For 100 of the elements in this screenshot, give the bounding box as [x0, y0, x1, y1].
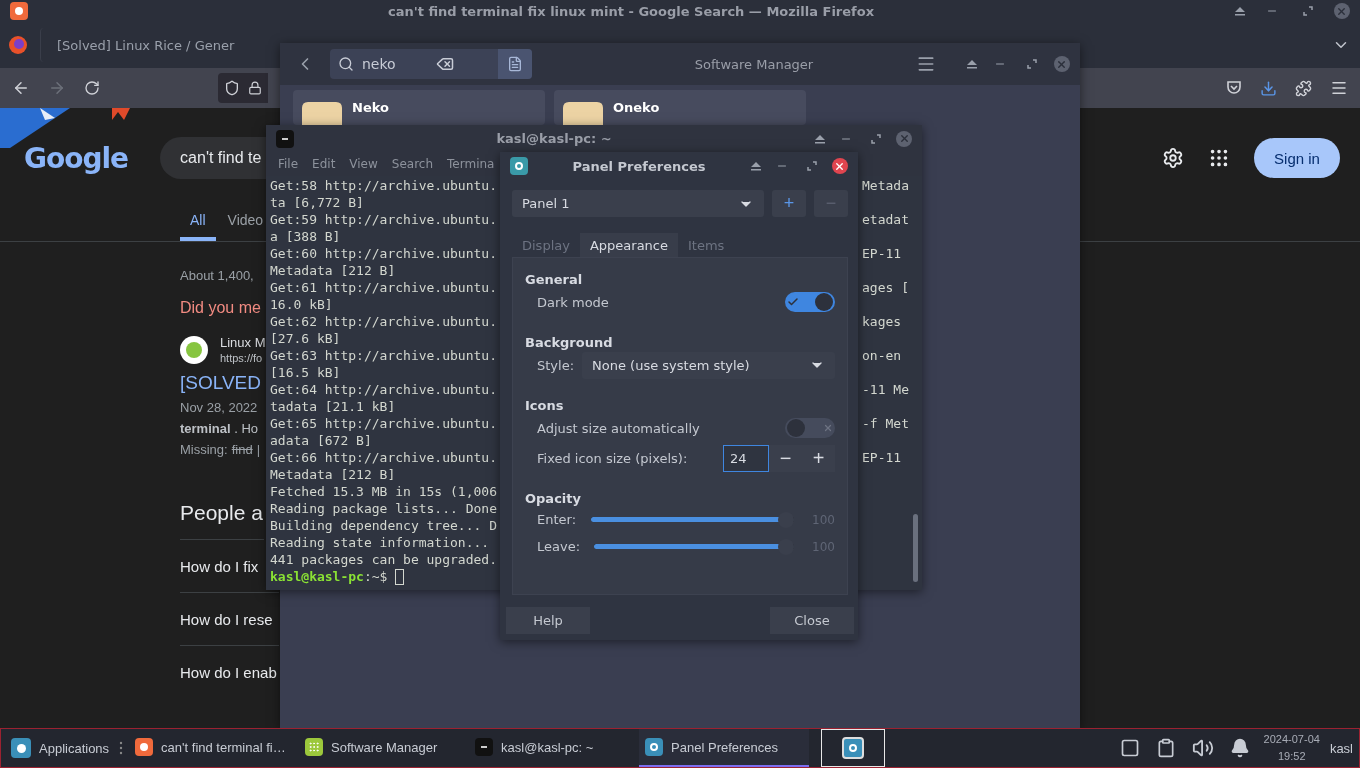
firefox-icon[interactable]: [8, 35, 28, 55]
menu-icon[interactable]: [1330, 79, 1348, 97]
terminal-line: -f Met: [862, 416, 909, 431]
tab[interactable]: Appearance: [579, 233, 678, 257]
terminal-line: kages: [862, 314, 902, 329]
terminal-line: a [388 B]: [270, 228, 341, 245]
terminal-line: on-en: [862, 348, 902, 363]
slider-thumb[interactable]: [778, 511, 795, 528]
terminal-line: Get:64 http://archive.ubuntu.: [270, 381, 497, 398]
terminal-line: Get:61 http://archive.ubuntu.: [270, 279, 497, 296]
menu-item[interactable]: File: [278, 157, 299, 171]
style-select[interactable]: None (use system style): [582, 351, 835, 379]
sign-in-button[interactable]: Sign in: [1254, 138, 1340, 178]
maximize-icon[interactable]: [871, 133, 881, 144]
app-card[interactable]: Neko: [293, 90, 545, 125]
toggle-switch[interactable]: [785, 292, 835, 312]
workspace-switcher[interactable]: [821, 729, 886, 767]
result-date: Nov 28, 2022: [180, 400, 258, 415]
site-url: https://fo: [220, 352, 263, 364]
did-you-mean-text: Did you me: [180, 299, 261, 317]
cross-icon: [823, 423, 833, 433]
preferences-icon: [510, 157, 528, 175]
window-icon[interactable]: [1119, 738, 1140, 758]
question-item[interactable]: How do I enab: [180, 645, 279, 698]
terminal-line: Get:59 http://archive.ubuntu.: [270, 211, 497, 228]
increment-button[interactable]: +: [802, 444, 835, 472]
shade-icon[interactable]: [1234, 6, 1246, 16]
settings-icon[interactable]: [1162, 147, 1184, 169]
app-name: Neko: [352, 100, 389, 115]
menu-item[interactable]: Search: [391, 157, 434, 171]
terminal-line: etadat: [862, 212, 909, 227]
search-field[interactable]: neko: [330, 49, 532, 79]
menu-item[interactable]: Termina: [447, 157, 495, 171]
preferences-icon: [645, 738, 664, 756]
notification-icon[interactable]: [1229, 738, 1250, 758]
reload-icon[interactable]: [84, 80, 100, 96]
slider-thumb[interactable]: [778, 538, 795, 555]
pocket-icon[interactable]: [1226, 80, 1242, 96]
browser-tab[interactable]: [Solved] Linux Rice / Gener: [40, 28, 250, 62]
back-icon[interactable]: [12, 79, 30, 97]
section-heading: Icons: [525, 398, 565, 413]
terminal-line: Get:66 http://archive.ubuntu.: [270, 449, 497, 466]
shade-icon[interactable]: [750, 161, 762, 171]
close-icon: [834, 160, 846, 172]
browser-icon: [135, 738, 154, 756]
question-item[interactable]: How do I rese: [180, 592, 279, 645]
volume-icon[interactable]: [1191, 737, 1214, 759]
terminal-line: adata [672 B]: [270, 432, 372, 449]
shade-icon[interactable]: [966, 59, 978, 69]
app-card[interactable]: Oneko: [554, 90, 806, 125]
maximize-icon[interactable]: [807, 161, 817, 171]
menu-item[interactable]: View: [349, 157, 378, 171]
taskbar-item[interactable]: Panel Preferences: [639, 729, 810, 767]
applications-menu[interactable]: Applications: [7, 729, 114, 767]
site-name: Linux M: [220, 335, 266, 350]
terminal-line: ta [6,772 B]: [270, 194, 364, 211]
search-tab[interactable]: Video: [227, 208, 264, 241]
icon-size-field[interactable]: 24: [723, 444, 769, 472]
setting-label: Fixed icon size (pixels):: [537, 450, 688, 466]
shield-icon: [224, 80, 240, 96]
section-heading: People a: [180, 501, 263, 525]
start-icon: [11, 738, 31, 758]
download-icon[interactable]: [1260, 79, 1277, 97]
terminal-line: ages [: [862, 280, 909, 295]
help-button[interactable]: Help: [506, 607, 590, 634]
extensions-icon[interactable]: [1295, 79, 1312, 97]
clear-icon[interactable]: [435, 55, 454, 73]
maximize-icon[interactable]: [1303, 6, 1313, 16]
address-bar[interactable]: [218, 73, 268, 103]
menu-icon[interactable]: [916, 54, 936, 74]
missing-label: Missing:: [180, 442, 228, 457]
check-icon: [787, 296, 799, 308]
setting-label: Enter:: [537, 512, 577, 527]
taskbar-item[interactable]: can't find terminal fi…: [129, 729, 300, 767]
result-snippet: terminal . Ho: [180, 421, 259, 436]
panel-select[interactable]: Panel 1: [512, 190, 764, 217]
question-item[interactable]: How do I fix: [180, 539, 264, 592]
apps-grid-icon[interactable]: [1208, 147, 1230, 169]
terminal-line: Reading package lists... Done: [270, 500, 497, 517]
setting-label: Leave:: [537, 539, 581, 554]
scrollbar-thumb[interactable]: [913, 514, 918, 582]
window-thumbnail: [842, 737, 865, 759]
close-button[interactable]: Close: [770, 607, 854, 634]
list-button[interactable]: [498, 49, 532, 79]
window-title: kasl@kasl-pc: ~: [496, 131, 612, 146]
terminal-line: Building dependency tree... D: [270, 517, 497, 534]
decrement-button[interactable]: −: [769, 444, 802, 472]
search-field[interactable]: can't find te: [160, 137, 267, 179]
clock[interactable]: 2024-07-04 19:52: [1263, 731, 1320, 765]
menu-item[interactable]: Edit: [312, 157, 336, 171]
toggle-switch[interactable]: [785, 418, 835, 438]
maximize-icon[interactable]: [1027, 59, 1037, 69]
taskbar-item[interactable]: kasl@kasl-pc: ~: [469, 729, 640, 767]
taskbar-item[interactable]: Software Manager: [299, 729, 470, 767]
close-button[interactable]: [832, 158, 848, 174]
prompt-user: kasl@kasl-pc: [270, 568, 364, 585]
shade-icon[interactable]: [814, 133, 826, 144]
result-title[interactable]: [SOLVED: [180, 372, 261, 394]
section-heading: General: [525, 272, 584, 287]
search-tab[interactable]: All: [180, 208, 216, 241]
